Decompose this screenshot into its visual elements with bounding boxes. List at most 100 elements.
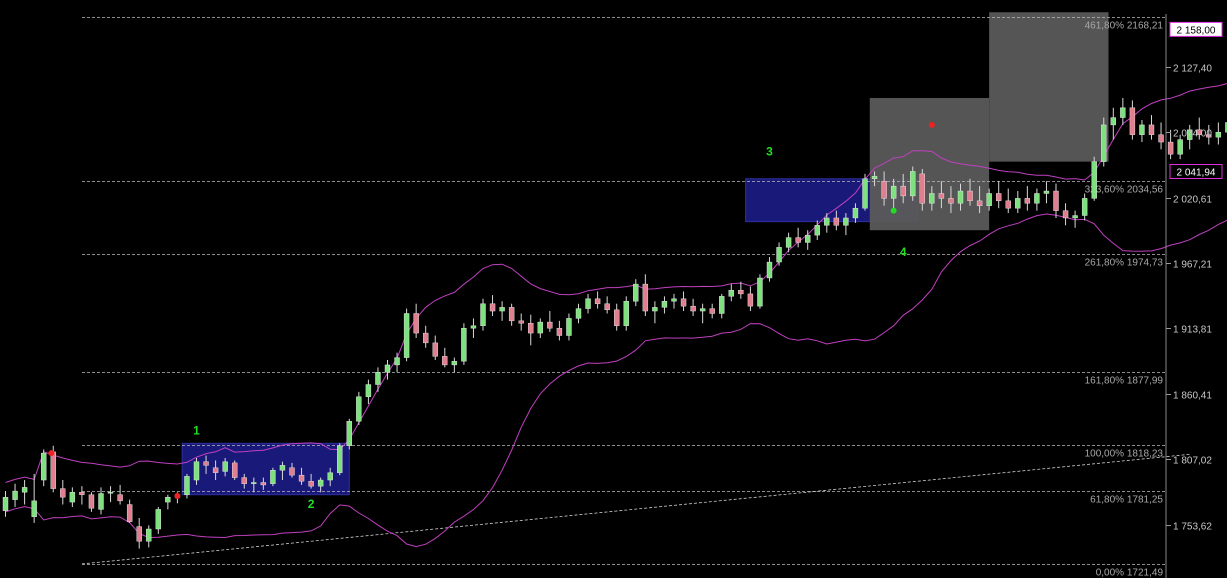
candle-body <box>41 452 47 481</box>
candle-body <box>661 301 668 308</box>
candle-body <box>833 217 840 226</box>
candle-body <box>136 526 142 542</box>
candle-body <box>88 494 95 509</box>
candle-body <box>317 479 324 487</box>
wave-label: 2 <box>308 497 315 511</box>
candle <box>480 298 486 331</box>
candle-body <box>566 318 572 336</box>
candle-body <box>384 364 391 373</box>
candle-body <box>69 492 76 503</box>
candle-body <box>184 476 190 495</box>
candle-body <box>633 283 639 302</box>
candle-body <box>165 496 171 503</box>
candle-body <box>394 357 400 366</box>
candle-body <box>107 492 114 494</box>
candle <box>1091 156 1097 201</box>
target-box-3 <box>869 97 990 231</box>
candle <box>356 391 362 425</box>
price-tag-label: 2 158,00 <box>1177 25 1216 36</box>
candle-body <box>747 293 754 307</box>
sell-signal-dot <box>174 492 181 499</box>
fib-level-label: 100,00% 1818,23 <box>1085 449 1164 460</box>
candle-body <box>423 332 429 344</box>
candle-body <box>623 301 629 326</box>
candle-body <box>585 298 591 309</box>
candle <box>231 460 238 481</box>
candle-body <box>919 173 925 204</box>
axis-tick-label: 1 860,41 <box>1173 391 1212 402</box>
candle-body <box>442 356 448 366</box>
fib-level-label: 161,80% 1877,99 <box>1085 376 1164 387</box>
candle-body <box>1158 134 1164 143</box>
candle-body <box>910 171 916 197</box>
target-box-4 <box>989 12 1109 162</box>
candle-body <box>976 200 983 206</box>
candle-body <box>1177 139 1183 155</box>
candle-body <box>738 290 744 295</box>
candle-body <box>480 303 486 326</box>
candle-body <box>824 217 830 226</box>
candle <box>461 323 467 365</box>
candle-body <box>757 277 763 307</box>
wave-label: 4 <box>900 245 907 259</box>
last-price-tag: 2 158,00 <box>1169 21 1223 37</box>
candle-body <box>652 307 658 312</box>
candle-body <box>881 181 887 199</box>
candle-body <box>690 305 696 312</box>
candle-body <box>1139 124 1145 135</box>
candle-body <box>871 176 878 179</box>
candle-body <box>279 465 286 471</box>
candle-body <box>948 198 954 204</box>
candle-body <box>1110 117 1117 126</box>
candle-body <box>814 225 820 236</box>
candle-body <box>356 396 362 422</box>
candle-body <box>231 462 238 478</box>
candle-body <box>1062 210 1069 219</box>
candle-body <box>604 303 610 311</box>
candle-body <box>785 237 792 248</box>
candle-body <box>241 477 247 484</box>
candle-body <box>1120 107 1126 118</box>
candle-body <box>499 307 505 312</box>
candle-body <box>614 309 620 326</box>
candle-body <box>222 461 228 472</box>
price-tag-label: 2 041,94 <box>1177 168 1216 179</box>
candle <box>757 274 763 309</box>
candle-body <box>212 467 219 473</box>
candle-body <box>308 481 314 487</box>
fib-level-label: 461,80% 2168,21 <box>1085 21 1164 32</box>
candle-body <box>413 313 419 334</box>
candle-body <box>193 461 200 481</box>
candle-body <box>289 467 295 476</box>
candle-body <box>1053 190 1059 211</box>
candle-body <box>996 193 1002 202</box>
candle-body <box>31 500 37 517</box>
axis-tick-label: 2 074,00 <box>1173 129 1212 140</box>
candle-body <box>126 504 133 522</box>
candle-body <box>680 298 687 307</box>
candle <box>184 473 190 499</box>
candle-body <box>155 509 162 530</box>
candle-body <box>365 384 372 397</box>
candle-body <box>1072 215 1078 219</box>
candle-body <box>203 461 209 466</box>
candle-body <box>766 261 773 279</box>
candle-body <box>60 488 66 498</box>
candle <box>346 418 352 450</box>
candle <box>862 173 868 211</box>
candle-body <box>1005 200 1011 209</box>
candle-body <box>251 482 257 484</box>
axis-tick-label: 1 913,81 <box>1173 325 1212 336</box>
candle-body <box>461 327 467 362</box>
candle-body <box>12 490 18 500</box>
candle-body <box>50 451 56 489</box>
candle-body <box>346 421 352 446</box>
candle-body <box>260 482 267 486</box>
candle-body <box>900 185 906 197</box>
candle-body <box>528 323 534 334</box>
candle-body <box>795 237 801 243</box>
candle-body <box>432 342 438 357</box>
candle-body <box>967 190 973 202</box>
candle-body <box>728 290 734 297</box>
axis-tick-label: 1 967,21 <box>1173 260 1212 271</box>
